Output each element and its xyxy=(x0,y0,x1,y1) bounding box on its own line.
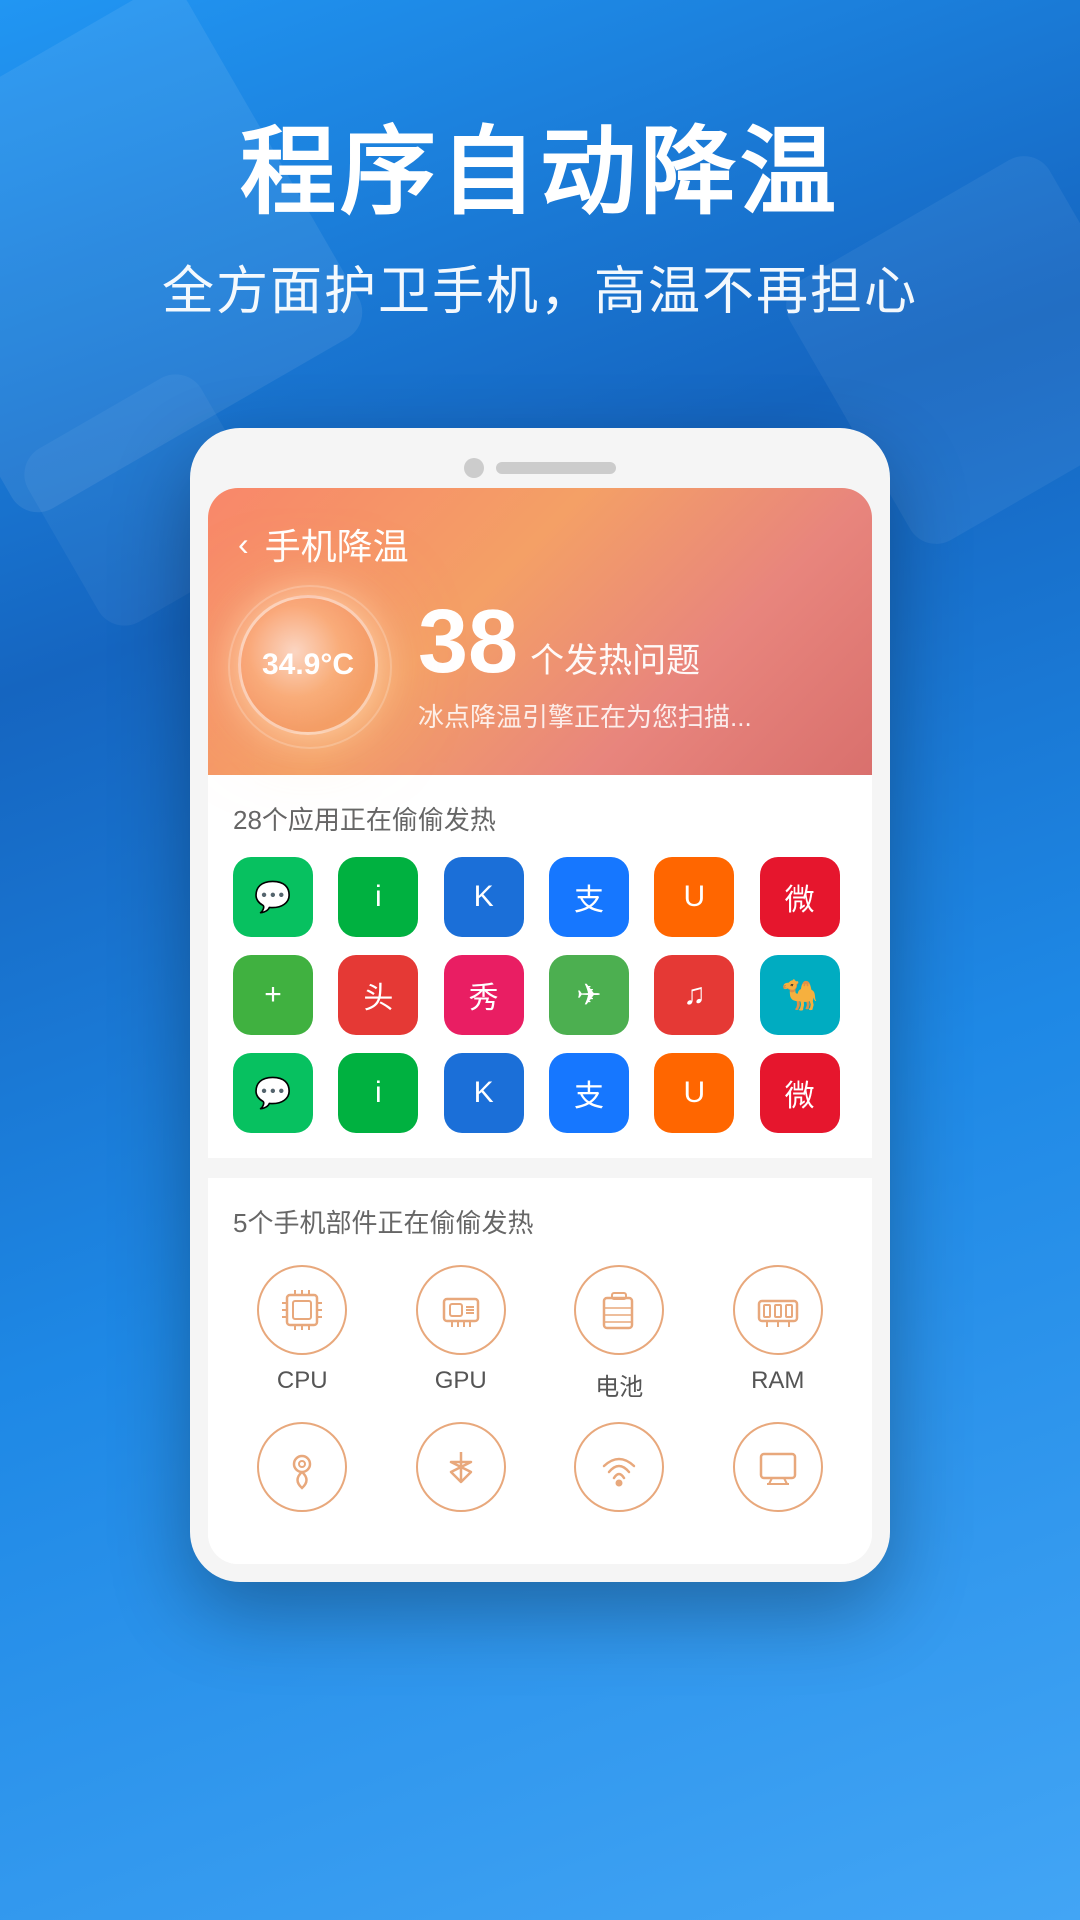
battery-label: 电池 xyxy=(595,1367,643,1402)
phone-camera xyxy=(464,458,484,478)
hardware-section: 5个手机部件正在偷偷发热 xyxy=(208,1178,872,1564)
cpu-icon-circle xyxy=(257,1265,347,1355)
phone-speaker xyxy=(496,462,616,474)
app-grid: 💬 iK支U微 xyxy=(233,857,847,937)
bluetooth-icon xyxy=(436,1442,486,1492)
sub-title: 全方面护卫手机，高温不再担心 xyxy=(60,256,1020,329)
hardware-item-gpu: GPU xyxy=(392,1265,531,1402)
bluetooth-icon-circle xyxy=(416,1422,506,1512)
scan-text: 冰点降温引擎正在为您扫描... xyxy=(418,697,842,734)
cpu-label: CPU xyxy=(277,1367,328,1395)
location-icon xyxy=(277,1442,327,1492)
wifi-icon-circle xyxy=(574,1422,664,1512)
temperature-circle: 34.9°C xyxy=(238,595,378,735)
screen-icon xyxy=(753,1442,803,1492)
location-icon-circle xyxy=(257,1422,347,1512)
hardware-item-battery: 电池 xyxy=(550,1265,689,1402)
main-title: 程序自动降温 xyxy=(60,120,1020,226)
ram-label: RAM xyxy=(751,1367,804,1395)
page-wrapper: 程序自动降温 全方面护卫手机，高温不再担心 ‹ 手机降温 34.9°C xyxy=(0,0,1080,1920)
cpu-icon xyxy=(277,1285,327,1335)
header-section: 程序自动降温 全方面护卫手机，高温不再担心 xyxy=(0,0,1080,408)
app-icon-微博[interactable]: 微 xyxy=(760,857,840,937)
hardware-item-bluetooth xyxy=(392,1422,531,1524)
app-icon-微博2[interactable]: 微 xyxy=(760,1053,840,1133)
gpu-label: GPU xyxy=(435,1367,487,1395)
app-icon-爱奇艺[interactable]: i xyxy=(338,857,418,937)
phone-screen: ‹ 手机降温 34.9°C 38 个发热问题 冰点降温引擎正在为您扫描.. xyxy=(208,488,872,1564)
phone-notch-area xyxy=(208,458,872,478)
gpu-icon xyxy=(436,1285,486,1335)
temperature-value: 34.9°C xyxy=(262,648,354,682)
app-icon-爱奇艺2[interactable]: i xyxy=(338,1053,418,1133)
app-icon-地图[interactable]: ✈ xyxy=(549,955,629,1035)
issues-label: 个发热问题 xyxy=(530,633,700,682)
wifi-icon xyxy=(594,1442,644,1492)
app-icon-美秀[interactable]: 秀 xyxy=(444,955,524,1035)
app-icon-UC2[interactable]: U xyxy=(654,1053,734,1133)
app-nav: ‹ 手机降温 xyxy=(238,518,842,570)
ram-icon xyxy=(753,1285,803,1335)
apps-section-label: 28个应用正在偷偷发热 xyxy=(233,800,847,837)
battery-icon xyxy=(594,1285,644,1335)
app-icon-头条[interactable]: 头 xyxy=(338,955,418,1035)
app-icon-支付宝2[interactable]: 支 xyxy=(549,1053,629,1133)
hardware-grid-2 xyxy=(233,1422,847,1524)
divider-section xyxy=(208,1158,872,1178)
app-icon-UC[interactable]: U xyxy=(654,857,734,937)
app-icon-微信2[interactable]: 💬 xyxy=(233,1053,313,1133)
app-icon-酷狗[interactable]: K xyxy=(444,857,524,937)
app-icon-骆驼[interactable]: 🐪 xyxy=(760,955,840,1035)
hardware-item-cpu: CPU xyxy=(233,1265,372,1402)
app-icon-游戏[interactable]: + xyxy=(233,955,313,1035)
temp-section: 34.9°C 38 个发热问题 冰点降温引擎正在为您扫描... xyxy=(238,595,842,735)
app-grid-2: + 头秀 ✈ ♫ 🐪 xyxy=(233,955,847,1035)
app-list-section: 28个应用正在偷偷发热 💬iK支U微 +头秀✈♫🐪 💬iK支U微 xyxy=(208,775,872,1158)
app-grid-3: 💬 iK支U微 xyxy=(233,1053,847,1133)
hardware-item-screen xyxy=(709,1422,848,1524)
app-icon-网易音乐[interactable]: ♫ xyxy=(654,955,734,1035)
hardware-item-ram: RAM xyxy=(709,1265,848,1402)
gpu-icon-circle xyxy=(416,1265,506,1355)
hardware-label: 5个手机部件正在偷偷发热 xyxy=(233,1203,847,1240)
hardware-item-wifi xyxy=(550,1422,689,1524)
battery-icon-circle xyxy=(574,1265,664,1355)
temp-info: 38 个发热问题 冰点降温引擎正在为您扫描... xyxy=(418,597,842,734)
screen-icon-circle xyxy=(733,1422,823,1512)
app-icon-酷狗2[interactable]: K xyxy=(444,1053,524,1133)
app-nav-title: 手机降温 xyxy=(265,518,409,570)
app-icon-微信[interactable]: 💬 xyxy=(233,857,313,937)
issues-number: 38 xyxy=(418,597,518,687)
app-icon-支付宝[interactable]: 支 xyxy=(549,857,629,937)
issues-count: 38 个发热问题 xyxy=(418,597,842,687)
hardware-item-location xyxy=(233,1422,372,1524)
back-button[interactable]: ‹ xyxy=(238,526,249,563)
hardware-grid: CPU xyxy=(233,1265,847,1402)
ram-icon-circle xyxy=(733,1265,823,1355)
phone-mockup: ‹ 手机降温 34.9°C 38 个发热问题 冰点降温引擎正在为您扫描.. xyxy=(190,428,890,1582)
app-header: ‹ 手机降温 34.9°C 38 个发热问题 冰点降温引擎正在为您扫描.. xyxy=(208,488,872,775)
